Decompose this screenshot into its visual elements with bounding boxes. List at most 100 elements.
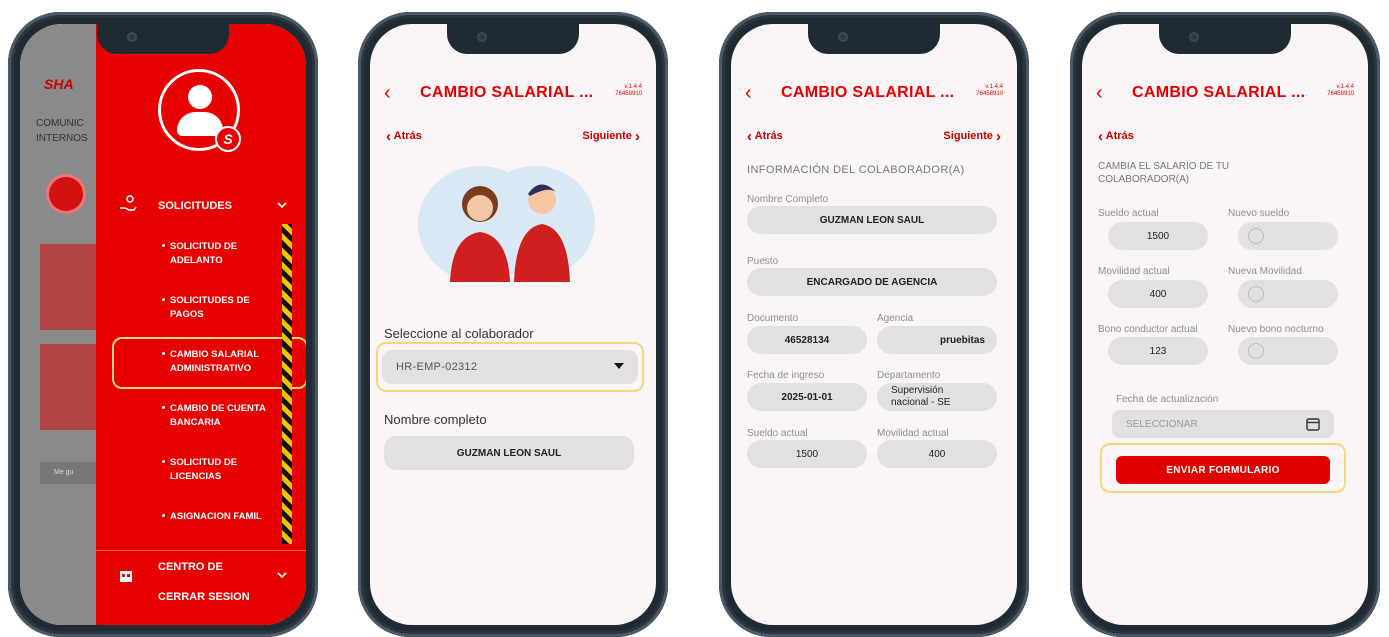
screen: ‹ CAMBIO SALARIAL ... v.1.4.4 76458910 ‹ …	[1082, 24, 1368, 625]
comunicados-label: COMUNIC INTERNOS	[36, 118, 88, 144]
documento-label: Documento	[747, 313, 799, 324]
puesto-field: ENCARGADO DE AGENCIA	[747, 268, 997, 296]
nuevo-bono-label: Nuevo bono nocturno	[1228, 324, 1324, 335]
news-card	[40, 244, 100, 330]
puesto-label: Puesto	[747, 256, 779, 267]
bono-actual-field: 123	[1108, 337, 1208, 365]
bono-actual-label: Bono conductor actual	[1098, 324, 1198, 335]
menu-item-cambio-salarial[interactable]: CAMBIO SALARIAL ADMINISTRATIVO	[162, 348, 259, 376]
page-title: CAMBIO SALARIAL ...	[1132, 84, 1306, 101]
section-title: CAMBIA EL SALARIO DE TU COLABORADOR(A)	[1098, 161, 1230, 185]
hand-coins-icon	[120, 195, 137, 211]
app-header: ‹ CAMBIO SALARIAL ... v.1.4.4 76458910	[1082, 82, 1368, 106]
departamento-field: Supervisión nacional - SE	[877, 383, 997, 411]
notch	[1159, 24, 1291, 54]
dropdown-arrow-icon	[614, 363, 624, 369]
fecha-label: Fecha de actualización	[1116, 394, 1219, 405]
movilidad-label: Movilidad actual	[877, 428, 949, 439]
logout-button[interactable]: CERRAR SESION	[158, 590, 250, 604]
nueva-movilidad-input[interactable]	[1238, 280, 1338, 308]
agencia-label: Agencia	[877, 313, 914, 324]
building-icon	[120, 571, 132, 582]
menu-solicitudes[interactable]: SOLICITUDES	[158, 199, 232, 213]
name-label: Nombre completo	[384, 412, 487, 427]
page-title: CAMBIO SALARIAL ...	[781, 84, 955, 101]
fecha-input[interactable]: SELECCIONAR	[1112, 410, 1334, 438]
prev-button[interactable]: ‹ Atrás	[1098, 128, 1134, 145]
chevron-right-icon: ›	[996, 128, 1001, 145]
menu-item-adelanto[interactable]: SOLICITUD DE ADELANTO	[162, 240, 237, 268]
back-icon[interactable]: ‹	[745, 82, 752, 104]
news-card	[40, 344, 100, 430]
screen: ‹ CAMBIO SALARIAL ... v.1.4.4 76458910 ‹ …	[731, 24, 1017, 625]
prev-button[interactable]: ‹ Atrás	[386, 128, 422, 145]
menu-item-cuenta-bancaria[interactable]: CAMBIO DE CUENTA BANCARIA	[162, 402, 266, 430]
step-nav: ‹ Atrás Siguiente ›	[747, 128, 1001, 148]
collaborators-illustration	[410, 164, 600, 282]
nuevo-bono-input[interactable]	[1238, 337, 1338, 365]
screen: ‹ CAMBIO SALARIAL ... v.1.4.4 76458910 ‹ …	[370, 24, 656, 625]
nuevo-sueldo-label: Nuevo sueldo	[1228, 208, 1290, 219]
chevron-down-icon[interactable]	[276, 570, 288, 580]
page-title: CAMBIO SALARIAL ...	[420, 84, 594, 101]
notch	[447, 24, 579, 54]
version-label: v.1.4.4 76458910	[615, 84, 642, 97]
menu-item-asignacion[interactable]: ASIGNACION FAMIL	[162, 510, 262, 524]
nueva-movilidad-label: Nueva Movilidad	[1228, 266, 1302, 277]
chevron-left-icon: ‹	[747, 128, 752, 145]
menu-centro[interactable]: CENTRO DE	[158, 560, 223, 574]
ingreso-label: Fecha de ingreso	[747, 370, 825, 381]
back-icon[interactable]: ‹	[384, 82, 391, 104]
section-title: INFORMACIÓN DEL COLABORADOR(A)	[747, 164, 965, 176]
nombre-field: GUZMAN LEON SAUL	[747, 206, 997, 234]
sueldo-label: Sueldo actual	[747, 428, 808, 439]
step-nav: ‹ Atrás	[1098, 128, 1352, 148]
user-avatar-icon[interactable]: S	[158, 69, 241, 152]
documento-field: 46528134	[747, 326, 867, 354]
back-icon[interactable]: ‹	[1096, 82, 1103, 104]
brand-badge-icon: S	[215, 126, 241, 152]
scrollbar[interactable]	[282, 224, 292, 544]
prev-button[interactable]: ‹ Atrás	[747, 128, 783, 145]
phone-select: ‹ CAMBIO SALARIAL ... v.1.4.4 76458910 ‹ …	[358, 12, 668, 637]
divider	[96, 550, 306, 551]
input-icon	[1248, 286, 1264, 302]
notch	[97, 24, 229, 54]
chevron-left-icon: ‹	[386, 128, 391, 145]
sueldo-actual-label: Sueldo actual	[1098, 208, 1159, 219]
next-button[interactable]: Siguiente ›	[582, 128, 640, 145]
collaborator-select[interactable]: HR-EMP-02312	[382, 350, 638, 384]
departamento-label: Departamento	[877, 370, 941, 381]
input-icon	[1248, 343, 1264, 359]
version-label: v.1.4.4 76458910	[976, 84, 1003, 97]
select-label: Seleccione al colaborador	[384, 326, 534, 341]
brand-circle-icon	[46, 174, 86, 214]
input-icon	[1248, 228, 1264, 244]
name-field: GUZMAN LEON SAUL	[384, 436, 634, 470]
side-drawer: S SOLICITUDES SOLICITUD DE ADELANTO SOLIC…	[96, 24, 306, 625]
version-label: v.1.4.4 76458910	[1327, 84, 1354, 97]
next-button[interactable]: Siguiente ›	[943, 128, 1001, 145]
phone-drawer: SHA COMUNIC INTERNOS Me gu S SOLICITUDES …	[8, 12, 318, 637]
movilidad-field: 400	[877, 440, 997, 468]
sueldo-field: 1500	[747, 440, 867, 468]
notch	[808, 24, 940, 54]
movilidad-actual-field: 400	[1108, 280, 1208, 308]
agencia-field: pruebitas	[877, 326, 997, 354]
menu-item-pagos[interactable]: SOLICITUDES DE PAGOS	[162, 294, 250, 322]
movilidad-actual-label: Movilidad actual	[1098, 266, 1170, 277]
chevron-down-icon[interactable]	[276, 200, 288, 210]
app-header: ‹ CAMBIO SALARIAL ... v.1.4.4 76458910	[370, 82, 656, 106]
phone-info: ‹ CAMBIO SALARIAL ... v.1.4.4 76458910 ‹ …	[719, 12, 1029, 637]
submit-button[interactable]: ENVIAR FORMULARIO	[1116, 456, 1330, 484]
calendar-icon[interactable]	[1306, 417, 1320, 431]
ingreso-field: 2025-01-01	[747, 383, 867, 411]
screen: SHA COMUNIC INTERNOS Me gu S SOLICITUDES …	[20, 24, 306, 625]
menu-item-licencias[interactable]: SOLICITUD DE LICENCIAS	[162, 456, 237, 484]
step-nav: ‹ Atrás Siguiente ›	[386, 128, 640, 148]
chevron-left-icon: ‹	[1098, 128, 1103, 145]
like-label: Me gu	[40, 462, 100, 484]
app-header: ‹ CAMBIO SALARIAL ... v.1.4.4 76458910	[731, 82, 1017, 106]
brand-logo: SHA	[44, 76, 74, 92]
nuevo-sueldo-input[interactable]	[1238, 222, 1338, 250]
